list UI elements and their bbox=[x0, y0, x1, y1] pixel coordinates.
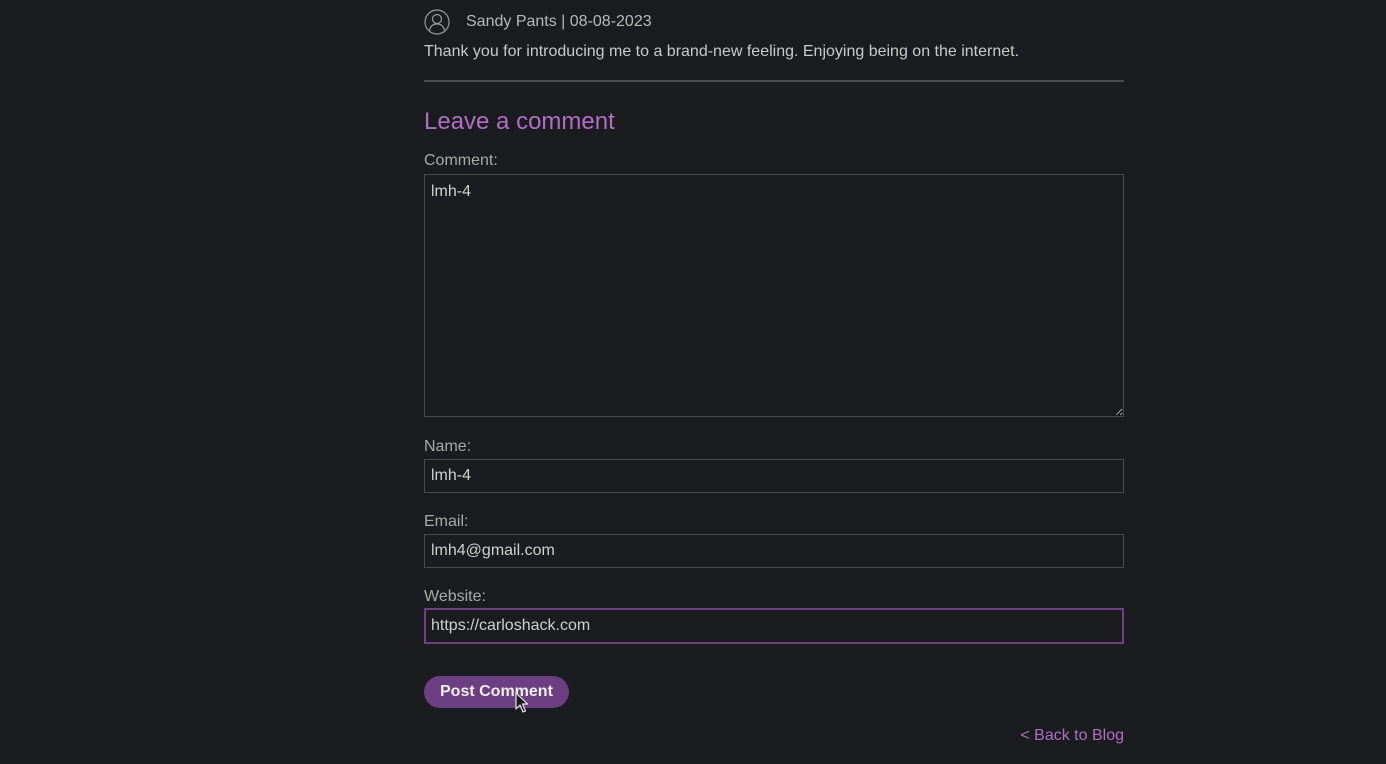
comment-label: Comment: bbox=[424, 152, 498, 169]
back-to-blog-link[interactable]: < Back to Blog bbox=[1020, 727, 1124, 745]
comment-item: Sandy Pants | 08-08-2023 Thank you for i… bbox=[424, 0, 1124, 82]
comment-text: Thank you for introducing me to a brand-… bbox=[424, 43, 1020, 60]
website-label: Website: bbox=[424, 588, 486, 605]
comment-textarea[interactable]: lmh-4 bbox=[424, 174, 1124, 417]
user-avatar-icon bbox=[424, 9, 450, 35]
comment-author-date: Sandy Pants | 08-08-2023 bbox=[466, 13, 652, 30]
website-input[interactable] bbox=[424, 608, 1124, 644]
post-comment-button[interactable]: Post Comment bbox=[424, 676, 569, 708]
leave-comment-heading: Leave a comment bbox=[424, 108, 615, 135]
email-input[interactable] bbox=[424, 534, 1124, 568]
blog-post-container: Sandy Pants | 08-08-2023 Thank you for i… bbox=[424, 0, 1124, 744]
email-label: Email: bbox=[424, 513, 469, 530]
name-input[interactable] bbox=[424, 459, 1124, 493]
mouse-pointer-icon bbox=[515, 692, 529, 713]
comment-meta: Sandy Pants | 08-08-2023 bbox=[424, 8, 652, 36]
name-label: Name: bbox=[424, 438, 472, 455]
